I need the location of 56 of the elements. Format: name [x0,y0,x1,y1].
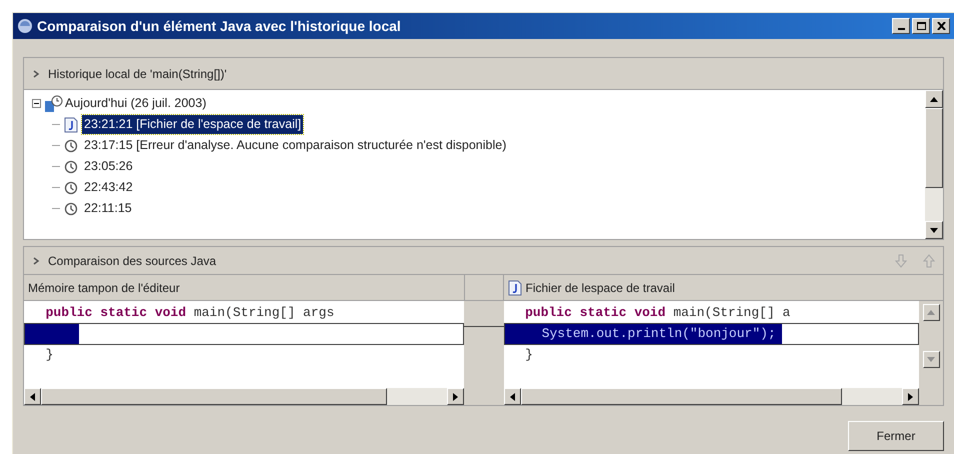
up-arrow-icon [930,96,938,102]
scroll-up-button[interactable] [925,90,943,108]
java-file-icon [508,280,522,296]
maximize-button[interactable] [912,18,930,34]
pane-title: Fichier de lespace de travail [526,280,675,296]
history-entry[interactable]: 22:11:15 [82,199,134,218]
code-area[interactable]: public static void main(String[] args } [24,301,464,388]
connector-line [464,326,504,327]
clock-icon [64,202,78,216]
clock-icon [64,138,78,152]
minimize-button[interactable] [892,18,910,34]
code-line: } [44,346,54,364]
java-file-icon [64,116,78,132]
down-arrow-icon [930,228,938,232]
left-arrow-icon [30,392,35,400]
scroll-thumb[interactable] [520,388,842,405]
scroll-down-button[interactable] [925,221,943,239]
scroll-down-button[interactable] [922,351,940,368]
code-area[interactable]: public static void main(String[] a System.out.println("bonjour"); } [504,301,919,388]
scroll-up-button[interactable] [922,304,940,321]
chevron-icon [32,70,40,78]
right-arrow-icon [452,392,458,400]
horizontal-scrollbar[interactable] [504,388,919,405]
pane-title: Mémoire tampon de l'éditeur [28,280,180,296]
code-line: public static void main(String[] args [44,304,336,322]
history-entry[interactable]: 23:05:26 [82,157,135,176]
close-dialog-button[interactable]: Fermer [848,421,944,451]
down-arrow-icon [927,357,935,362]
calendar-clock-icon [43,94,63,112]
left-arrow-icon [510,392,514,400]
code-line: } [524,346,534,364]
close-button[interactable] [932,18,950,34]
panel-title: Comparaison des sources Java [48,252,218,270]
scroll-right-button[interactable] [902,388,919,405]
panel-title: Historique local de 'main(String[])' [48,66,227,82]
horizontal-scrollbar[interactable] [24,388,464,405]
clock-icon [64,180,78,194]
app-icon [17,18,33,34]
clock-icon [64,160,78,174]
code-line: public static void main(String[] a [524,304,792,322]
scroll-left-button[interactable] [24,388,41,405]
scroll-right-button[interactable] [446,388,464,405]
close-icon [936,22,946,30]
scroll-left-button[interactable] [504,388,520,405]
window-title: Comparaison d'un élément Java avec l'historique local [37,16,402,36]
tree-group-label[interactable]: Aujourd'hui (26 juil. 2003) [65,94,206,113]
history-entry[interactable]: 22:43:42 [82,178,135,197]
chevron-icon [32,256,40,264]
scroll-thumb[interactable] [41,388,386,405]
right-arrow-icon [908,392,913,400]
vertical-scrollbar[interactable] [925,90,943,239]
up-arrow-icon [927,310,935,315]
scroll-thumb[interactable] [925,108,943,188]
history-entry[interactable]: 23:21:21 [Fichier de l'espace de travail] [82,115,304,134]
collapse-toggle-icon[interactable] [32,99,41,108]
history-entry[interactable]: 23:17:15 [Erreur d'analyse. Aucune comparaison structurée n'est disponible) [82,136,508,155]
